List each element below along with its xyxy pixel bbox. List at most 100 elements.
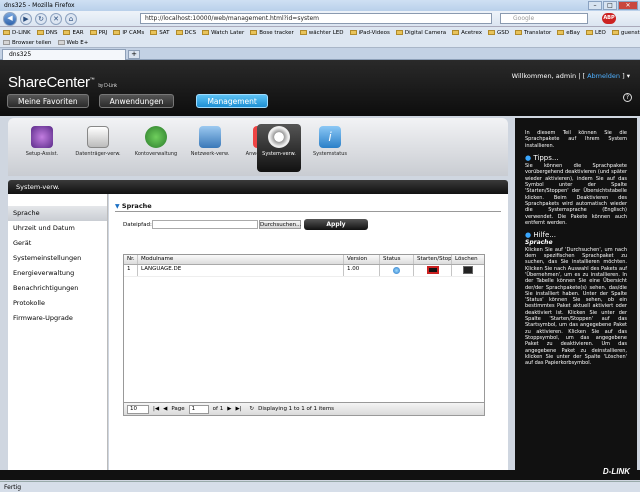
col-module-name[interactable]: Modulname bbox=[138, 255, 344, 264]
close-window-button[interactable]: ✕ bbox=[618, 1, 638, 10]
col-delete[interactable]: Löschen bbox=[452, 255, 484, 264]
system-sidebar: Sprache Uhrzeit und Datum Gerät Systemeinst… bbox=[8, 194, 108, 470]
bookmark-item[interactable]: Web E+ bbox=[57, 40, 88, 46]
bookmark-item[interactable]: Watch Later bbox=[202, 30, 244, 36]
bookmark-item[interactable]: iPad-Videos bbox=[349, 30, 390, 36]
stop-icon[interactable] bbox=[426, 266, 439, 274]
browse-button[interactable]: Durchsuchen... bbox=[259, 220, 301, 229]
tab-favorites[interactable]: Meine Favoriten bbox=[7, 94, 89, 108]
page-size-select[interactable]: 10 bbox=[127, 404, 149, 414]
sidebar-item[interactable]: Sprache bbox=[8, 206, 107, 221]
filepath-input[interactable] bbox=[152, 220, 258, 229]
dlink-logo: D-LINK bbox=[602, 467, 630, 476]
bookmarks-toolbar: D-LINK DNS EAR PRJ IP CAMs SAT DCS Watch Later B… bbox=[0, 27, 640, 38]
folder-icon bbox=[452, 30, 460, 35]
app-disk-management[interactable]: Datenträger-verw. bbox=[72, 124, 124, 172]
prev-page-icon[interactable]: ◀ bbox=[163, 406, 167, 412]
cell-module-name: LANGUAGE.DE bbox=[138, 265, 344, 276]
sidebar-item[interactable]: Protokolle bbox=[8, 296, 107, 311]
next-page-icon[interactable]: ▶ bbox=[227, 406, 231, 412]
logout-link[interactable]: Abmelden bbox=[587, 72, 620, 80]
bookmark-item[interactable]: DNS bbox=[36, 30, 57, 36]
folder-icon bbox=[557, 30, 565, 35]
sidebar-item[interactable]: Systemeinstellungen bbox=[8, 251, 107, 266]
folder-icon bbox=[150, 30, 158, 35]
sidebar-item[interactable]: Firmware-Upgrade bbox=[8, 311, 107, 326]
first-page-icon[interactable]: |◀ bbox=[153, 406, 159, 412]
tab-applications[interactable]: Anwendungen bbox=[98, 94, 175, 108]
app-network-management[interactable]: Netzwerk-verw. bbox=[184, 124, 236, 172]
page-number-input[interactable]: 1 bbox=[188, 404, 209, 414]
stop-icon[interactable]: ✕ bbox=[50, 12, 62, 25]
folder-icon bbox=[202, 30, 210, 35]
col-version[interactable]: Version bbox=[344, 255, 380, 264]
bookmark-item[interactable]: EAR bbox=[63, 30, 84, 36]
folder-icon bbox=[250, 30, 258, 35]
panel-title: ▼ Sprache bbox=[115, 202, 152, 210]
bookmark-item[interactable]: IP CAMs bbox=[113, 30, 144, 36]
search-input[interactable]: Google bbox=[500, 13, 588, 24]
new-tab-button[interactable]: + bbox=[128, 50, 140, 59]
app-account-management[interactable]: Kontoverwaltung bbox=[130, 124, 182, 172]
app-system-management[interactable]: System-verw. bbox=[257, 124, 301, 172]
sidebar-item[interactable]: Uhrzeit und Datum bbox=[8, 221, 107, 236]
bookmark-item[interactable]: eBay bbox=[557, 30, 580, 36]
url-bar[interactable]: http://localhost:10000/web/management.ht… bbox=[140, 13, 492, 24]
bookmark-item[interactable]: LEO bbox=[586, 30, 606, 36]
bookmark-item[interactable]: Browser teilen bbox=[3, 40, 52, 46]
adblock-icon[interactable]: ABP bbox=[602, 13, 616, 24]
bookmark-item[interactable]: D-LINK bbox=[3, 30, 31, 36]
col-status[interactable]: Status bbox=[380, 255, 414, 264]
cell-nr: 1 bbox=[124, 265, 138, 276]
maximize-button[interactable]: □ bbox=[603, 1, 617, 10]
col-nr[interactable]: Nr. bbox=[124, 255, 138, 264]
bookmark-item[interactable]: PRJ bbox=[89, 30, 107, 36]
language-panel: ▼ Sprache Dateipfad: Durchsuchen... Appl… bbox=[109, 194, 508, 470]
folder-icon bbox=[488, 30, 495, 35]
col-start-stop[interactable]: Starten/Stopp bbox=[414, 255, 452, 264]
apply-button[interactable]: Apply bbox=[304, 219, 368, 230]
minimize-button[interactable]: – bbox=[588, 1, 602, 10]
help-icon[interactable]: ? bbox=[623, 93, 632, 102]
bookmark-item[interactable]: SAT bbox=[150, 30, 170, 36]
trash-icon[interactable] bbox=[463, 266, 473, 274]
table-row[interactable]: 1 LANGUAGE.DE 1.00 bbox=[124, 265, 484, 277]
language-table: Nr. Modulname Version Status Starten/Sto… bbox=[123, 254, 485, 414]
bookmark-item[interactable]: Digital Camera bbox=[395, 30, 446, 36]
tab-management[interactable]: Management bbox=[196, 94, 268, 108]
bookmark-item[interactable]: Acetrex bbox=[452, 30, 482, 36]
section-title: System-verw. bbox=[8, 180, 508, 194]
reload-icon[interactable]: ↻ bbox=[35, 12, 47, 25]
back-button[interactable]: ◀ bbox=[3, 11, 17, 26]
bookmark-item[interactable]: Translator bbox=[515, 30, 551, 36]
panel-divider bbox=[115, 211, 501, 212]
display-info: Displaying 1 to 1 of 1 items bbox=[258, 406, 335, 412]
app-system-status[interactable]: i Systemstatus bbox=[304, 124, 356, 172]
refresh-icon[interactable]: ↻ bbox=[250, 406, 255, 412]
bookmark-item[interactable]: Bose tracker bbox=[250, 30, 294, 36]
bookmarks-toolbar-2: Browser teilen Web E+ bbox=[0, 38, 640, 48]
table-pager: 10 |◀ ◀ Page 1 of 1 ▶ ▶| ↻ Displaying 1 … bbox=[123, 402, 485, 416]
navigation-toolbar: ◀ ▶ ↻ ✕ ⌂ http://localhost:10000/web/man… bbox=[0, 11, 640, 27]
home-icon[interactable]: ⌂ bbox=[65, 12, 77, 25]
app-setup-wizard[interactable]: Setup-Assist. bbox=[16, 124, 68, 172]
sidebar-item[interactable]: Gerät bbox=[8, 236, 107, 251]
window-title: dns325 - Mozilla Firefox bbox=[4, 2, 75, 9]
folder-icon bbox=[113, 30, 121, 35]
sidebar-item[interactable]: Benachrichtigungen bbox=[8, 281, 107, 296]
folder-icon bbox=[3, 30, 10, 35]
disk-icon bbox=[87, 126, 109, 148]
browser-status-bar: Fertig bbox=[0, 481, 640, 492]
folder-icon bbox=[611, 30, 619, 35]
bookmark-item[interactable]: GSD bbox=[488, 30, 509, 36]
browser-tab[interactable]: dns325 bbox=[2, 49, 126, 60]
network-icon bbox=[199, 126, 221, 148]
bookmark-item[interactable]: DCS bbox=[175, 30, 196, 36]
sidebar-item[interactable]: Energieverwaltung bbox=[8, 266, 107, 281]
forward-button[interactable]: ▶ bbox=[20, 12, 32, 25]
folder-icon bbox=[349, 30, 357, 35]
bookmark-item[interactable]: wächter LED bbox=[299, 30, 344, 36]
page-label: Page bbox=[171, 406, 185, 412]
bookmark-item[interactable]: guenstiger bbox=[611, 30, 640, 36]
last-page-icon[interactable]: ▶| bbox=[235, 406, 241, 412]
